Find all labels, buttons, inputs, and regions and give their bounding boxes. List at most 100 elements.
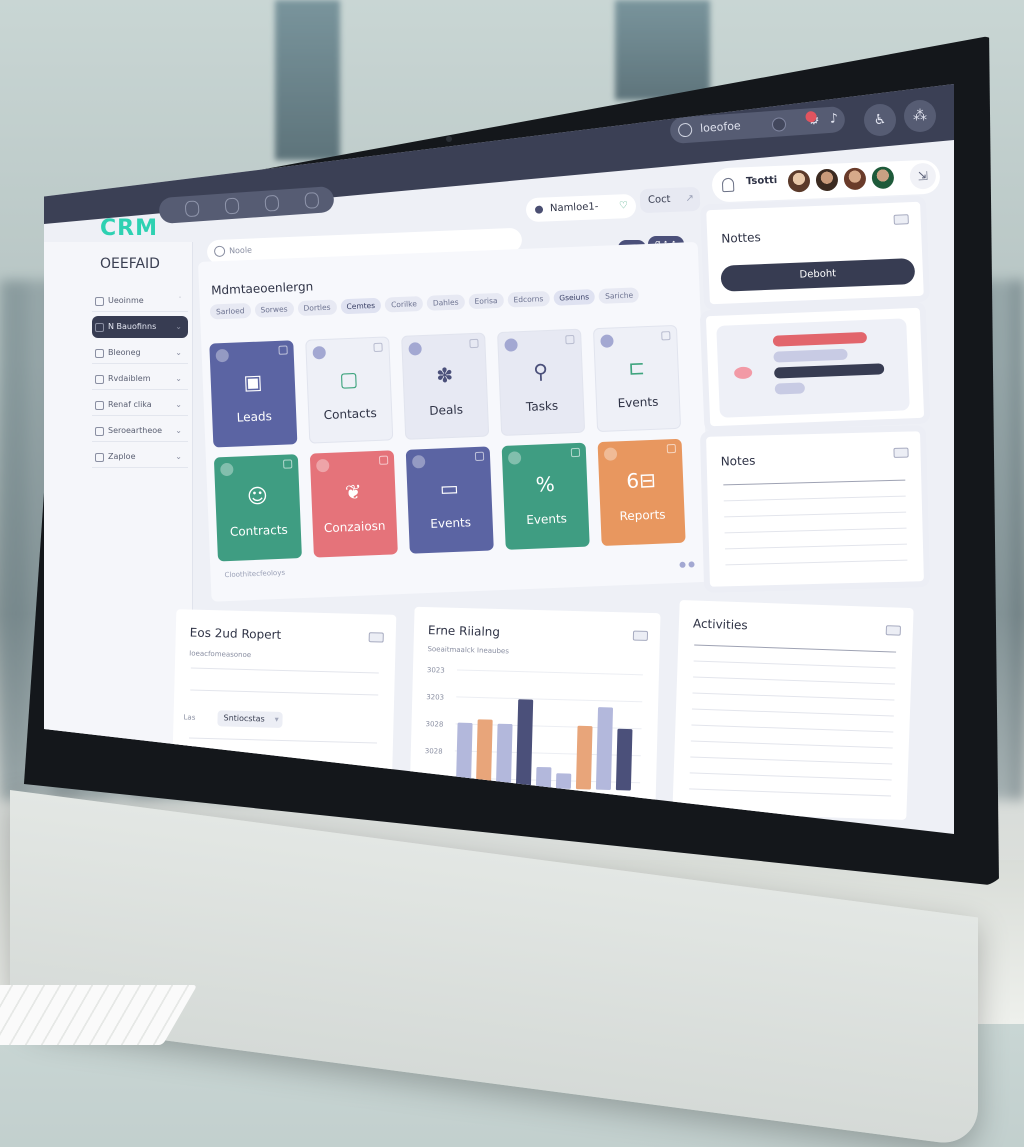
page-dot[interactable] <box>688 561 695 568</box>
sidebar-item[interactable]: N Bauofinns ⌄ <box>92 316 188 338</box>
bell-icon[interactable] <box>721 177 735 193</box>
module-tile[interactable]: ☺ Contracts <box>213 454 302 562</box>
options-icon[interactable] <box>283 459 293 469</box>
sidebar-item[interactable]: Ueoinme ˙ <box>92 290 188 312</box>
filter-chip[interactable]: Dahles <box>426 294 465 311</box>
avatar[interactable] <box>787 169 811 193</box>
activity-line[interactable] <box>689 788 892 797</box>
options-icon[interactable] <box>373 342 383 353</box>
chevron-down-icon[interactable]: ⌄ <box>175 316 182 338</box>
bar-8[interactable] <box>595 707 614 790</box>
activity-line[interactable] <box>689 772 892 781</box>
module-tile[interactable]: ▭ Events <box>405 446 494 554</box>
module-tile[interactable]: ✽ Deals <box>401 332 490 440</box>
bar-6[interactable] <box>555 773 572 789</box>
background-tower-left <box>275 0 340 160</box>
sidebar-item[interactable]: Seroeartheoe ⌄ <box>92 420 188 442</box>
chevron-down-icon[interactable]: ⌄ <box>175 368 182 390</box>
avatar[interactable] <box>815 168 839 192</box>
options-icon[interactable] <box>666 443 677 454</box>
module-tile[interactable]: ▢ Contacts <box>305 336 394 444</box>
activity-line[interactable] <box>693 660 896 669</box>
chevron-down-icon[interactable]: ⌄ <box>175 420 182 442</box>
bar-4[interactable] <box>515 699 534 788</box>
activity-line[interactable] <box>693 676 895 685</box>
activity-line[interactable] <box>691 708 894 717</box>
chevron-down-icon[interactable]: ⌄ <box>175 446 182 468</box>
filter-chip[interactable]: Corilke <box>384 296 424 313</box>
note-line[interactable] <box>725 559 908 566</box>
accessibility-icon[interactable]: ♿ <box>864 104 896 136</box>
expand-icon[interactable] <box>885 625 902 636</box>
bar-5[interactable] <box>535 766 552 789</box>
help-icon[interactable]: ♪ <box>829 106 839 133</box>
modules-card: Mdmtaeoenlergn Sarloed Sorwes Dortles Cemte… <box>198 241 712 602</box>
module-tile[interactable]: ▣ Leads <box>209 340 298 448</box>
bar-2[interactable] <box>475 719 493 787</box>
filter-chip[interactable]: Sarloed <box>209 302 251 320</box>
report-dropdown[interactable]: Sntiocstas ▾ <box>217 710 283 728</box>
module-tile[interactable]: ⊏ Events <box>592 324 682 433</box>
options-icon[interactable] <box>661 331 671 341</box>
note-line[interactable] <box>724 527 907 534</box>
activity-line[interactable] <box>690 756 893 765</box>
chevron-down-icon[interactable]: ⌄ <box>175 342 182 364</box>
expand-icon[interactable] <box>893 214 909 225</box>
options-icon[interactable] <box>378 455 389 465</box>
shield-icon[interactable] <box>304 191 320 209</box>
share-icon[interactable]: ⇲ <box>909 162 937 190</box>
name-selector[interactable]: Namloe1- ♡ <box>525 193 637 223</box>
options-icon[interactable] <box>278 345 288 355</box>
chevron-down-icon[interactable]: ˙ <box>178 290 182 312</box>
expand-icon[interactable] <box>632 630 649 641</box>
avatar[interactable] <box>871 166 895 190</box>
filter-chip[interactable]: Sorwes <box>254 301 294 318</box>
reports-icon: 6⊟ <box>625 467 657 493</box>
note-line[interactable] <box>724 543 907 550</box>
activity-line[interactable] <box>692 692 895 701</box>
activity-line[interactable] <box>691 724 894 733</box>
activity-line[interactable] <box>690 740 893 749</box>
dropdown-value: Sntiocstas <box>223 713 265 724</box>
filter-chip[interactable]: Eorisa <box>468 292 504 310</box>
filter-icon[interactable] <box>771 117 787 132</box>
options-icon[interactable] <box>474 451 485 462</box>
filter-chip[interactable]: Cemtes <box>340 297 382 315</box>
sidebar-item[interactable]: Bleoneg ⌄ <box>92 342 188 364</box>
shield-icon[interactable] <box>184 200 200 218</box>
user-name[interactable]: Tsotti <box>746 175 778 187</box>
notes-action-button[interactable]: Deboht <box>720 258 916 292</box>
options-icon[interactable] <box>570 447 581 458</box>
bar-9[interactable] <box>615 728 633 791</box>
module-tile[interactable]: ❦ Conzaiosn <box>309 450 398 558</box>
coct-button[interactable]: Coct ↗ <box>639 186 701 214</box>
name-selector-label: Namloe1- <box>549 201 599 215</box>
module-tile[interactable]: 6⊟ Reports <box>597 438 686 547</box>
page-dot[interactable] <box>679 561 686 568</box>
filter-chip[interactable]: Edcorns <box>507 290 550 308</box>
module-tile[interactable]: ⚲ Tasks <box>497 328 586 436</box>
sidebar-item[interactable]: Rvdaiblem ⌄ <box>92 368 188 390</box>
shield-icon[interactable] <box>264 194 280 212</box>
diamond-icon[interactable] <box>224 197 240 215</box>
bar-7[interactable] <box>575 725 593 790</box>
chevron-down-icon[interactable]: ⌄ <box>175 394 182 416</box>
options-icon[interactable] <box>469 338 479 349</box>
bar-3[interactable] <box>495 723 513 788</box>
filter-chip[interactable]: Dortles <box>297 299 337 317</box>
expand-icon[interactable] <box>368 632 384 643</box>
expand-icon[interactable] <box>893 447 909 458</box>
note-line[interactable] <box>723 495 906 502</box>
bar-1[interactable] <box>455 722 473 787</box>
filter-chip[interactable]: Sariche <box>598 287 640 304</box>
avatar[interactable] <box>843 167 867 191</box>
module-tile[interactable]: % Events <box>501 442 590 550</box>
filter-chip[interactable]: Gseiuns <box>553 289 596 306</box>
sidebar-item[interactable]: Zaploe ⌄ <box>92 446 188 468</box>
options-icon[interactable] <box>565 334 575 345</box>
events-icon: ▭ <box>439 475 460 501</box>
apps-icon[interactable]: ⁂ <box>904 100 936 132</box>
note-line[interactable] <box>724 511 907 518</box>
sidebar-item[interactable]: Renaf clika ⌄ <box>92 394 188 416</box>
tasks-icon: ⚲ <box>532 359 549 384</box>
